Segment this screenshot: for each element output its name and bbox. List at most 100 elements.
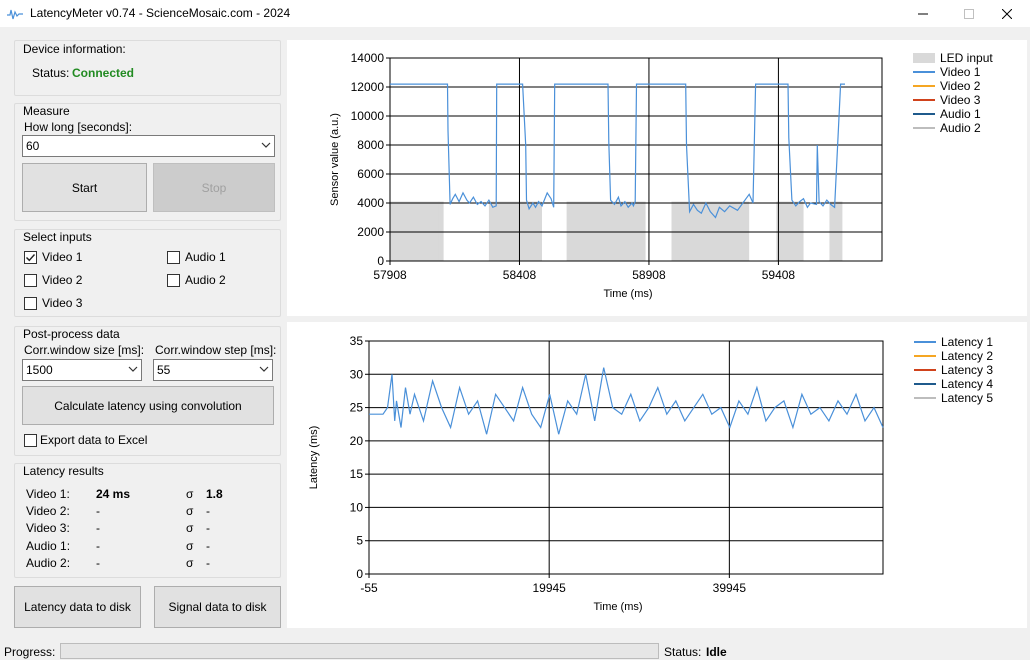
chevron-down-icon (128, 366, 138, 372)
window-size-label: Corr.window size [ms]: (24, 343, 145, 357)
y-axis-label: Latency (ms) (308, 426, 320, 490)
window-step-value: 55 (157, 363, 171, 377)
y-tick-label: 6000 (357, 167, 384, 181)
progress-bar (60, 643, 659, 659)
legend-label: LED input (940, 51, 993, 65)
result-name: Audio 1: (26, 538, 71, 553)
signal-to-disk-button[interactable]: Signal data to disk (154, 586, 281, 628)
input-checkbox-3[interactable] (167, 274, 180, 287)
x-axis-label: Time (ms) (603, 288, 652, 300)
maximize-icon (964, 8, 974, 19)
y-tick-label: 8000 (357, 138, 384, 152)
how-long-select[interactable]: 60 (22, 135, 275, 157)
select-inputs-group: Select inputs Video 1 Audio 1 Video 2 Audio… (14, 229, 281, 317)
chevron-down-icon (259, 366, 269, 372)
latency-chart: 0 5 10 15 20 25 30 35 -55 19945 39945 Time (ms) Late… (308, 334, 993, 613)
y-tick-label: 35 (350, 334, 364, 348)
device-info-group: Device information: Status: Connected (14, 40, 281, 96)
input-label-3: Audio 2 (185, 273, 226, 287)
sigma-symbol: σ (186, 538, 194, 553)
input-label-2: Video 2 (42, 273, 83, 287)
y-tick-label: 15 (350, 467, 364, 481)
result-sigma: - (206, 538, 210, 553)
stop-button[interactable]: Stop (153, 163, 275, 212)
x-axis-label: Time (ms) (593, 601, 642, 613)
legend-label: Video 1 (940, 65, 981, 79)
result-name: Audio 2: (26, 555, 71, 570)
measure-legend: Measure (23, 104, 70, 118)
y-axis-label: Sensor value (a.u.) (329, 113, 341, 206)
result-value: - (96, 555, 100, 570)
plot-frame (368, 340, 884, 575)
x-tick-label: 58908 (632, 268, 666, 282)
x-tick-label: 58408 (503, 268, 537, 282)
window-size-select[interactable]: 1500 (22, 359, 142, 381)
measure-group: Measure How long [seconds]: 60 Start Sto… (14, 103, 281, 221)
input-label-0: Video 1 (42, 250, 83, 264)
y-tick-label: 20 (350, 434, 364, 448)
start-button[interactable]: Start (22, 163, 147, 212)
y-tick-label: 10 (350, 500, 364, 514)
led-input-area (438, 201, 440, 261)
latency-results-legend: Latency results (23, 464, 104, 478)
latency-to-disk-button[interactable]: Latency data to disk (14, 586, 141, 628)
status-label-bottom: Status: (664, 645, 702, 659)
led-input-area (390, 201, 444, 261)
x-tick-label: 19945 (532, 581, 566, 595)
led-input-area (776, 201, 804, 261)
led-input-area (488, 201, 543, 261)
legend-label: Latency 2 (941, 349, 993, 363)
window-step-select[interactable]: 55 (153, 359, 273, 381)
result-name: Video 2: (26, 504, 70, 519)
result-value: - (96, 538, 100, 553)
legend-swatch (913, 53, 935, 63)
close-button[interactable] (984, 0, 1030, 27)
result-value: - (96, 521, 100, 536)
input-label-4: Video 3 (42, 296, 83, 310)
window-size-value: 1500 (26, 363, 53, 377)
window-title: LatencyMeter v0.74 - ScienceMosaic.com -… (30, 6, 291, 20)
y-tick-label: 25 (350, 401, 364, 415)
result-sigma: 1.8 (206, 487, 223, 501)
sensor-chart-panel: 0 2000 4000 6000 8000 10000 12000 14000 57908 584… (287, 40, 1027, 316)
calculate-latency-button[interactable]: Calculate latency using convolution (22, 386, 274, 425)
led-input-area (566, 201, 646, 261)
x-tick-label: 59408 (762, 268, 796, 282)
result-sigma: - (206, 521, 210, 536)
led-input-area (829, 201, 843, 261)
x-tick-label: -55 (360, 581, 378, 595)
export-excel-label: Export data to Excel (40, 433, 148, 447)
series-line-video-1 (390, 83, 845, 219)
result-name: Video 1: (26, 487, 70, 501)
device-status-value: Connected (72, 66, 135, 80)
y-tick-label: 5 (356, 534, 363, 548)
input-checkbox-4[interactable] (24, 297, 37, 310)
series-line-latency-1 (369, 367, 884, 435)
y-tick-label: 0 (377, 254, 384, 268)
chevron-down-icon (261, 142, 271, 148)
device-info-legend: Device information: (23, 42, 126, 56)
input-label-1: Audio 1 (185, 250, 226, 264)
legend-label: Latency 4 (941, 377, 993, 391)
input-checkbox-0[interactable] (24, 251, 37, 264)
checkmark-icon (26, 254, 36, 262)
sigma-symbol: σ (186, 504, 194, 519)
input-checkbox-1[interactable] (167, 251, 180, 264)
sigma-symbol: σ (186, 521, 194, 536)
result-value: - (96, 504, 100, 519)
window-step-label: Corr.window step [ms]: (155, 343, 277, 357)
y-tick-label: 14000 (351, 51, 385, 65)
result-name: Video 3: (26, 521, 70, 536)
legend-label: Latency 1 (941, 335, 993, 349)
minimize-button[interactable] (900, 0, 946, 27)
x-tick-label: 39945 (713, 581, 747, 595)
x-tick-label: 57908 (373, 268, 407, 282)
post-process-group: Post-process data Corr.window size [ms]:… (14, 326, 281, 456)
legend-label: Video 3 (940, 93, 981, 107)
export-excel-checkbox[interactable] (24, 434, 37, 447)
status-label: Status: (32, 66, 70, 80)
y-tick-label: 4000 (357, 196, 384, 210)
input-checkbox-2[interactable] (24, 274, 37, 287)
close-icon (1002, 8, 1012, 19)
app-icon (7, 9, 23, 20)
